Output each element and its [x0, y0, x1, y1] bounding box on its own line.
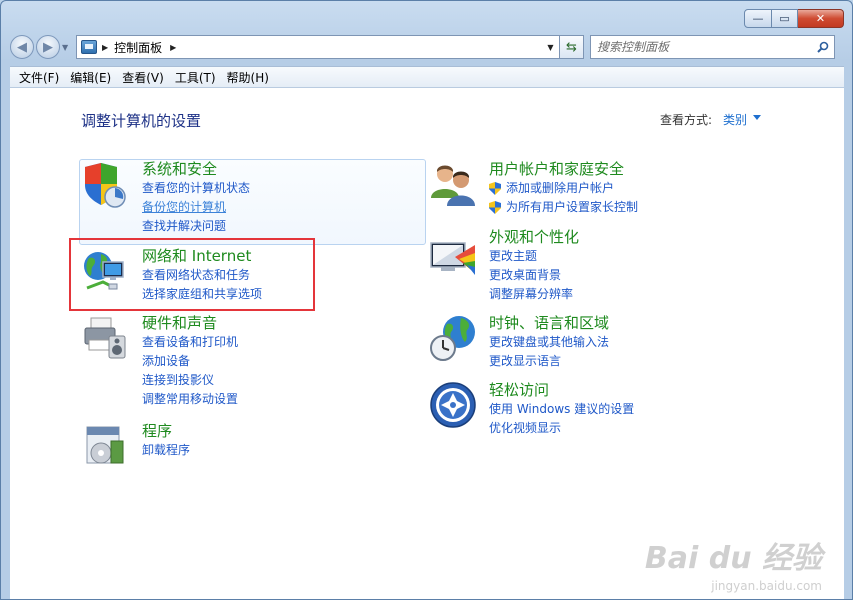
link-parental-controls[interactable]: 为所有用户设置家长控制: [489, 198, 638, 217]
category-title-system-security[interactable]: 系统和安全: [142, 159, 250, 179]
link-change-theme[interactable]: 更改主题: [489, 247, 579, 266]
content-pane: 调整计算机的设置 查看方式: 类别 系统和安全 查看您的计算机状态 备份您的计算…: [10, 88, 844, 599]
maximize-button[interactable]: ▭: [772, 9, 798, 28]
system-category-hover: [79, 159, 426, 245]
view-by-arrow-icon[interactable]: [753, 115, 761, 120]
close-button[interactable]: ✕: [798, 9, 844, 28]
link-recommended-settings[interactable]: 使用 Windows 建议的设置: [489, 400, 634, 419]
link-change-display-language[interactable]: 更改显示语言: [489, 352, 609, 371]
minimize-button[interactable]: —: [744, 9, 772, 28]
link-uninstall-program[interactable]: 卸载程序: [142, 441, 190, 460]
breadcrumb-arrow-icon[interactable]: ▶: [102, 43, 108, 52]
clock-globe-icon[interactable]: [429, 314, 477, 362]
breadcrumb-control-panel[interactable]: 控制面板: [114, 39, 162, 56]
appearance-monitor-icon[interactable]: [429, 235, 477, 283]
category-clock-language-region: 时钟、语言和区域 更改键盘或其他输入法 更改显示语言: [489, 313, 609, 371]
link-add-remove-users[interactable]: 添加或删除用户帐户: [489, 179, 638, 198]
refresh-icon: ⇆: [566, 39, 577, 55]
user-accounts-icon[interactable]: [429, 160, 477, 208]
menu-help[interactable]: 帮助(H): [222, 69, 275, 86]
link-change-keyboard[interactable]: 更改键盘或其他输入法: [489, 333, 609, 352]
search-box[interactable]: [590, 35, 835, 59]
highlight-rectangle: [69, 238, 315, 311]
link-adjust-resolution[interactable]: 调整屏幕分辨率: [489, 285, 579, 304]
category-user-accounts: 用户帐户和家庭安全 添加或删除用户帐户 为所有用户设置家长控制: [489, 159, 638, 217]
category-title-ease-of-access[interactable]: 轻松访问: [489, 380, 634, 400]
link-troubleshoot[interactable]: 查找并解决问题: [142, 217, 250, 236]
address-bar[interactable]: ▶ 控制面板 ▶ ▼: [76, 35, 560, 59]
page-title: 调整计算机的设置: [81, 112, 202, 130]
link-mobility-settings[interactable]: 调整常用移动设置: [142, 390, 238, 409]
hardware-printer-icon[interactable]: [81, 314, 129, 362]
view-by-dropdown[interactable]: 类别: [723, 111, 747, 128]
link-view-computer-status[interactable]: 查看您的计算机状态: [142, 179, 250, 198]
forward-button[interactable]: ▶: [36, 35, 60, 59]
caption-buttons: — ▭ ✕: [744, 9, 844, 28]
category-title-appearance[interactable]: 外观和个性化: [489, 227, 579, 247]
watermark-brand: Bai du 经验: [644, 541, 822, 576]
menu-edit[interactable]: 编辑(E): [65, 69, 117, 86]
address-dropdown-icon[interactable]: ▼: [541, 36, 559, 58]
system-security-shield-icon[interactable]: [81, 161, 129, 209]
search-input[interactable]: [591, 36, 801, 58]
link-backup-computer[interactable]: 备份您的计算机: [142, 198, 250, 217]
watermark-url: jingyan.baidu.com: [711, 579, 822, 593]
menu-view[interactable]: 查看(V): [117, 69, 170, 86]
category-title-hardware-sound[interactable]: 硬件和声音: [142, 313, 238, 333]
refresh-button[interactable]: ⇆: [560, 35, 584, 59]
category-programs: 程序 卸载程序: [142, 421, 190, 460]
menu-file[interactable]: 文件(F): [14, 69, 65, 86]
breadcrumb-arrow-icon[interactable]: ▶: [170, 43, 176, 52]
link-connect-projector[interactable]: 连接到投影仪: [142, 371, 238, 390]
category-hardware-sound: 硬件和声音 查看设备和打印机 添加设备 连接到投影仪 调整常用移动设置: [142, 313, 238, 409]
link-optimize-visual-display[interactable]: 优化视频显示: [489, 419, 634, 438]
view-by-label: 查看方式:: [660, 113, 713, 127]
search-icon[interactable]: [817, 41, 829, 53]
category-appearance: 外观和个性化 更改主题 更改桌面背景 调整屏幕分辨率: [489, 227, 579, 304]
category-title-programs[interactable]: 程序: [142, 421, 190, 441]
category-ease-of-access: 轻松访问 使用 Windows 建议的设置 优化视频显示: [489, 380, 634, 438]
control-panel-icon: [81, 40, 97, 54]
window-frame: — ▭ ✕ ◀ ▶ ▼ ▶ 控制面板 ▶ ▼ ⇆ 文件(F) 编辑(E) 查看(…: [0, 0, 853, 600]
recent-pages-dropdown[interactable]: ▼: [62, 43, 72, 52]
programs-icon[interactable]: [81, 421, 129, 469]
category-system-security: 系统和安全 查看您的计算机状态 备份您的计算机 查找并解决问题: [142, 159, 250, 236]
back-button[interactable]: ◀: [10, 35, 34, 59]
menu-tools[interactable]: 工具(T): [170, 69, 222, 86]
category-title-clock-language-region[interactable]: 时钟、语言和区域: [489, 313, 609, 333]
link-add-device[interactable]: 添加设备: [142, 352, 238, 371]
category-title-user-accounts[interactable]: 用户帐户和家庭安全: [489, 159, 638, 179]
navigation-bar: ◀ ▶ ▼ ▶ 控制面板 ▶ ▼ ⇆: [10, 34, 844, 60]
link-change-desktop-background[interactable]: 更改桌面背景: [489, 266, 579, 285]
link-devices-printers[interactable]: 查看设备和打印机: [142, 333, 238, 352]
menu-bar: 文件(F) 编辑(E) 查看(V) 工具(T) 帮助(H): [10, 66, 844, 88]
ease-of-access-icon[interactable]: [429, 381, 477, 429]
